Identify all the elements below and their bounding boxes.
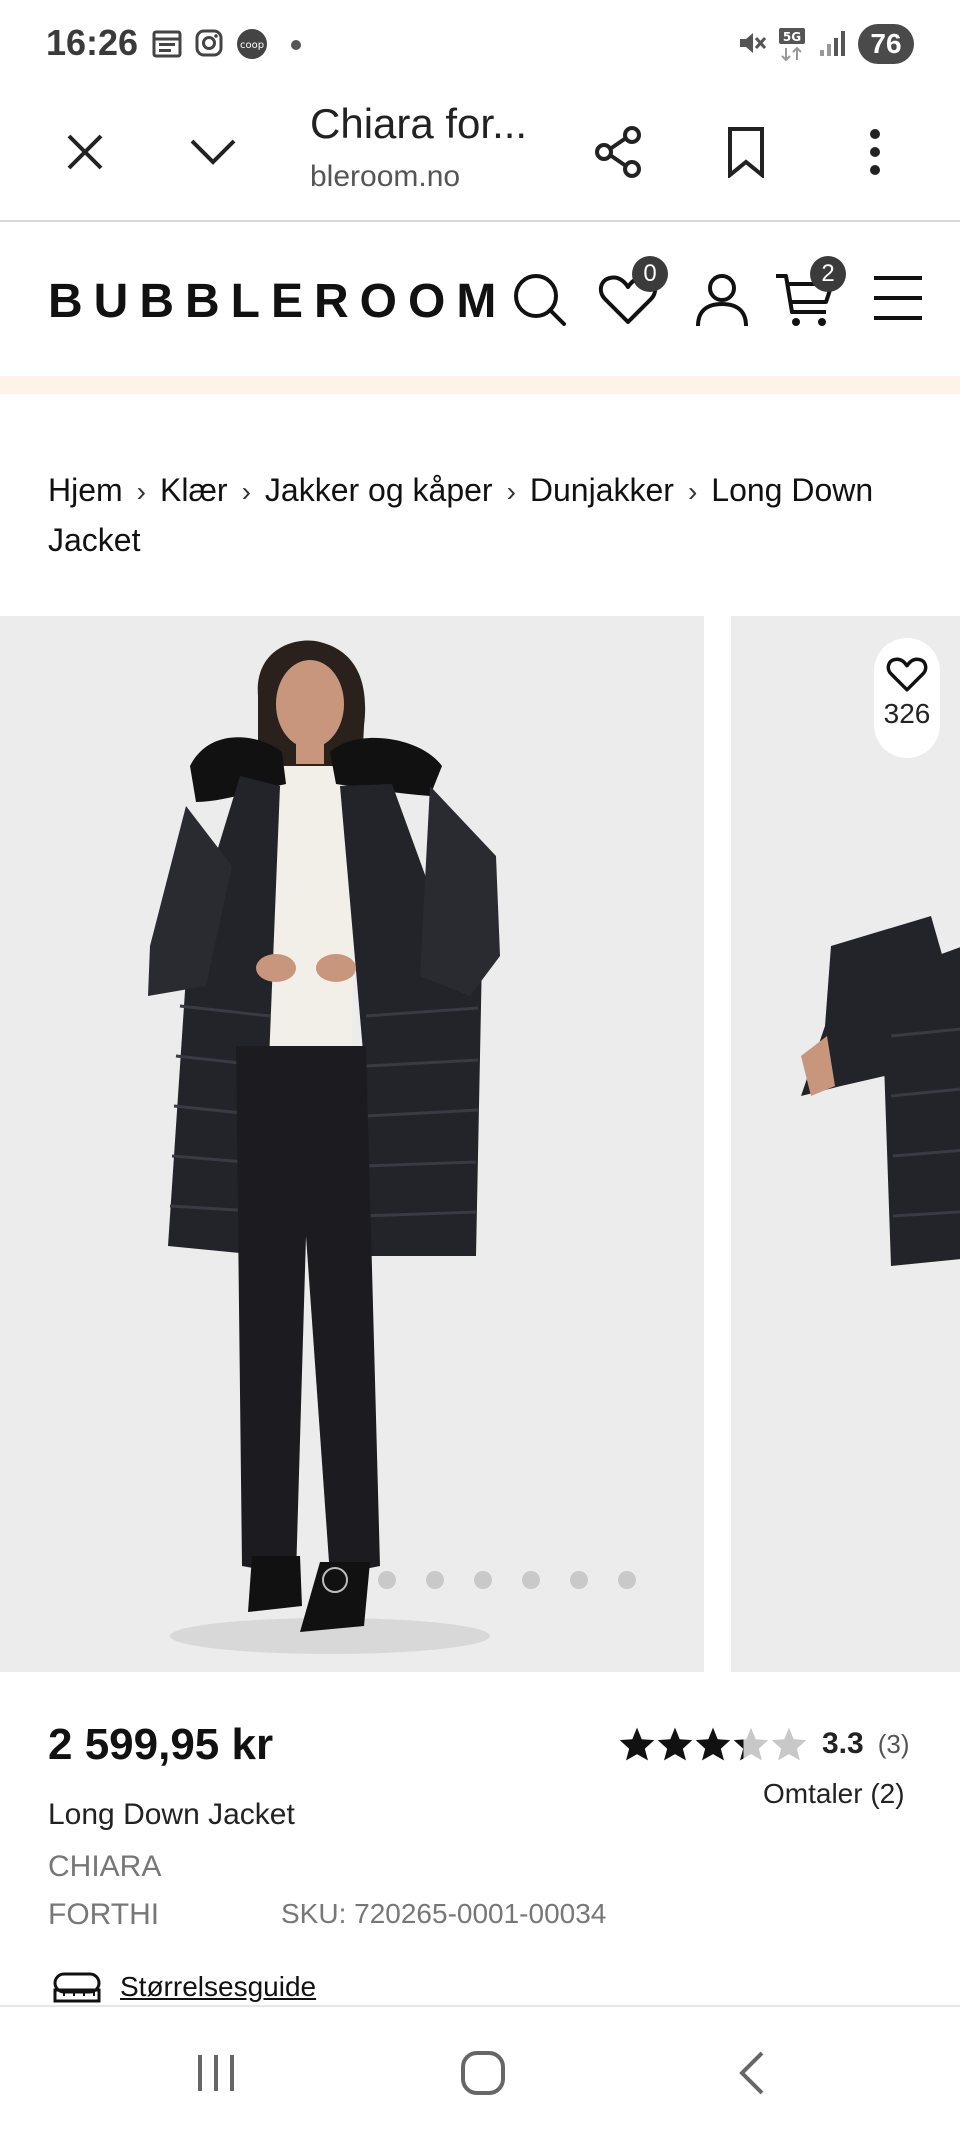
home-button[interactable] xyxy=(447,2037,519,2109)
breadcrumb-separator: › xyxy=(506,476,516,507)
recent-apps-icon xyxy=(198,2055,234,2091)
site-header: BUBBLEROOM 0 2 xyxy=(0,224,960,376)
star-icon xyxy=(771,1727,807,1761)
page: 16:26 coop 5G 76 Chiara for... bleroom.n… xyxy=(0,0,960,2133)
menu-button[interactable] xyxy=(868,268,932,332)
carousel-dot[interactable] xyxy=(426,1571,444,1589)
rating-count: (3) xyxy=(877,1728,910,1759)
more-vertical-icon xyxy=(870,129,880,175)
home-icon xyxy=(461,2051,505,2095)
hamburger-menu-icon xyxy=(874,276,922,320)
back-icon xyxy=(739,2051,764,2095)
star-icon xyxy=(695,1727,731,1761)
battery-indicator: 76 xyxy=(858,24,914,64)
close-tab-button[interactable] xyxy=(45,112,125,192)
promo-strip xyxy=(0,376,960,394)
heart-icon xyxy=(886,657,928,692)
product-brand[interactable]: CHIARA xyxy=(48,1850,161,1884)
page-title: Chiara for... xyxy=(310,100,528,147)
product-gallery[interactable]: 326 xyxy=(0,616,960,1672)
star-icon xyxy=(657,1727,693,1761)
product-sku: SKU: 720265-0001-00034 xyxy=(281,1898,607,1929)
status-bar: 16:26 coop 5G 76 xyxy=(0,0,960,90)
favorite-button[interactable]: 326 xyxy=(874,638,940,758)
bubbleroom-logo[interactable]: BUBBLEROOM xyxy=(48,274,507,329)
wishlist-button[interactable]: 0 xyxy=(596,256,668,332)
search-icon xyxy=(514,274,566,326)
rating-stars xyxy=(618,1726,808,1762)
breadcrumb: Hjem › Klær › Jakker og kåper › Dunjakker › Long… xyxy=(48,466,928,564)
breadcrumb-item-home[interactable]: Hjem xyxy=(48,472,123,508)
svg-text:5G: 5G xyxy=(783,30,801,44)
reviews-link[interactable]: Omtaler (2) xyxy=(763,1778,905,1810)
user-icon xyxy=(696,274,748,327)
star-icon xyxy=(733,1727,769,1761)
product-price: 2 599,95 kr xyxy=(48,1720,274,1769)
measuring-tape-icon xyxy=(53,1972,101,2003)
carousel-dot[interactable] xyxy=(570,1571,588,1589)
product-name: Long Down Jacket xyxy=(48,1798,295,1831)
carousel-dots xyxy=(322,1567,666,1593)
instagram-icon xyxy=(194,28,228,62)
breadcrumb-item-clothes[interactable]: Klær xyxy=(160,472,228,508)
product-image-next[interactable] xyxy=(731,616,960,1672)
carousel-dot-active[interactable] xyxy=(322,1567,348,1593)
notification-dot xyxy=(291,40,301,50)
cart-button[interactable]: 2 xyxy=(774,256,846,332)
product-rating[interactable]: 3.3 (3) xyxy=(618,1722,910,1766)
share-icon xyxy=(595,126,641,178)
product-photo-partial xyxy=(801,916,960,1266)
favorite-count: 326 xyxy=(883,698,931,729)
system-navigation-bar xyxy=(0,2005,960,2133)
signal-icon xyxy=(818,28,852,62)
breadcrumb-item-down-jackets[interactable]: Dunjakker xyxy=(530,472,674,508)
back-button[interactable] xyxy=(716,2037,788,2109)
breadcrumb-item-jackets[interactable]: Jakker og kåper xyxy=(265,472,493,508)
carousel-dot[interactable] xyxy=(474,1571,492,1589)
size-guide-label: Størrelsesguide xyxy=(120,1971,317,2002)
wishlist-count-badge: 0 xyxy=(632,256,668,292)
product-photo xyxy=(148,640,500,1654)
account-button[interactable] xyxy=(690,268,754,332)
calendar-icon xyxy=(152,28,186,62)
carousel-dot[interactable] xyxy=(618,1571,636,1589)
breadcrumb-separator: › xyxy=(136,476,146,507)
minimize-button[interactable] xyxy=(173,112,253,192)
search-button[interactable] xyxy=(508,268,572,332)
recent-apps-button[interactable] xyxy=(180,2037,252,2109)
bookmark-icon xyxy=(728,127,764,178)
svg-text:coop: coop xyxy=(240,40,264,51)
share-button[interactable] xyxy=(579,112,659,192)
product-brand-continued[interactable]: FORTHI xyxy=(48,1898,159,1932)
close-icon xyxy=(67,134,103,170)
coop-icon: coop xyxy=(236,28,270,62)
breadcrumb-separator: › xyxy=(687,476,698,507)
status-time: 16:26 xyxy=(46,22,139,63)
carousel-dot[interactable] xyxy=(522,1571,540,1589)
product-image-main[interactable] xyxy=(0,616,704,1672)
rating-value: 3.3 xyxy=(822,1727,864,1760)
page-url: bleroom.no xyxy=(310,160,461,193)
more-options-button[interactable] xyxy=(835,112,915,192)
mute-icon xyxy=(737,28,771,62)
carousel-dot[interactable] xyxy=(378,1571,396,1589)
star-icon xyxy=(619,1727,655,1761)
breadcrumb-separator: › xyxy=(241,476,251,507)
browser-toolbar: Chiara for... bleroom.no xyxy=(0,90,960,222)
5g-icon: 5G xyxy=(777,28,811,62)
chevron-down-icon xyxy=(190,139,236,165)
cart-count-badge: 2 xyxy=(810,256,846,292)
bookmark-button[interactable] xyxy=(706,112,786,192)
size-guide-link[interactable]: Størrelsesguide xyxy=(52,1970,316,2004)
